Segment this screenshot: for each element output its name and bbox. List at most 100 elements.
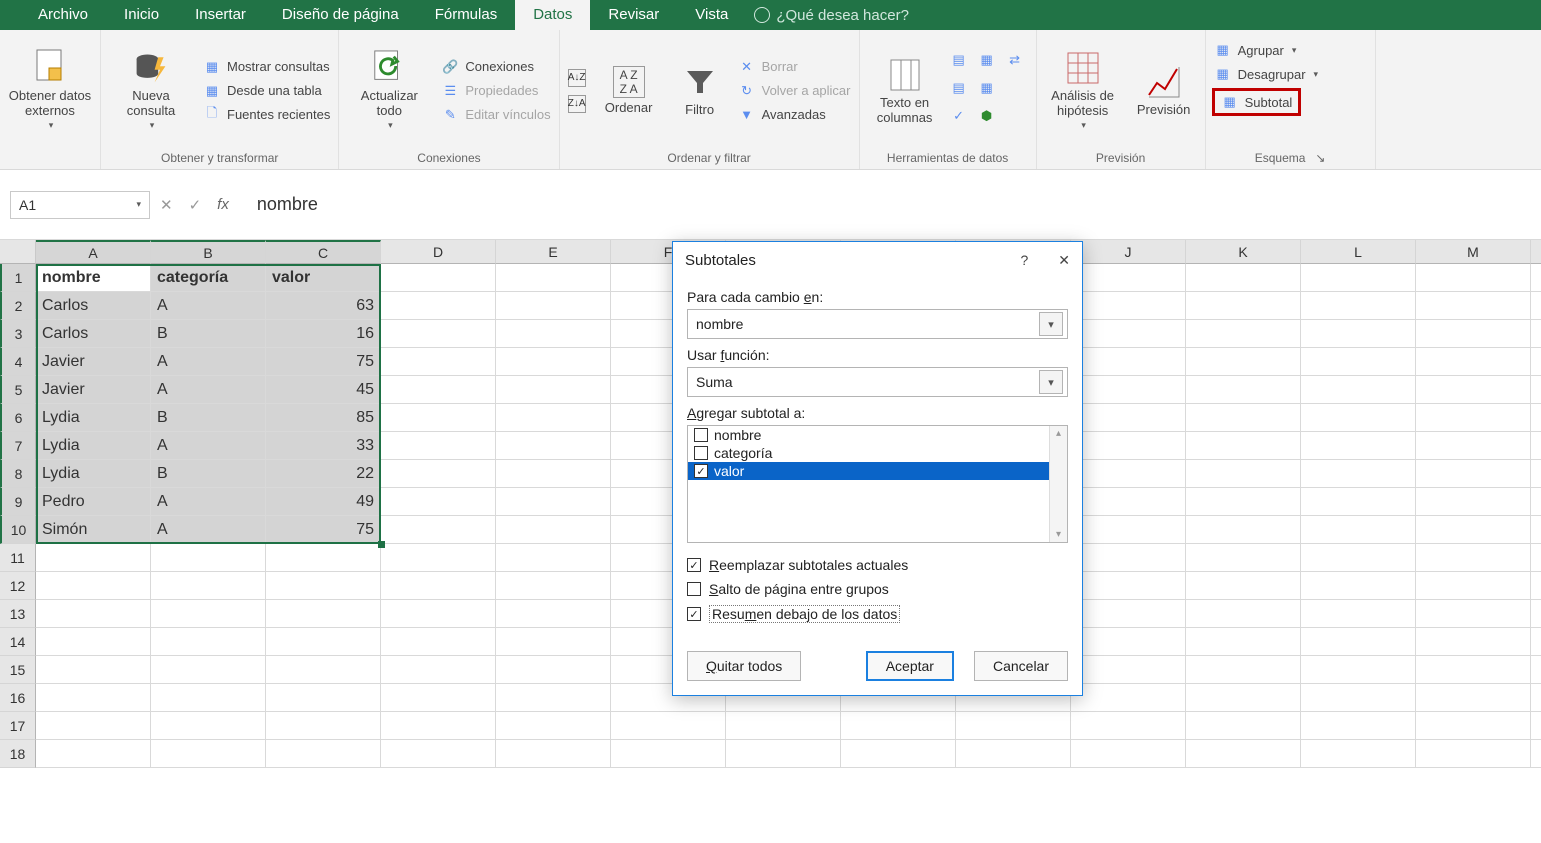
cell[interactable] [1531, 516, 1541, 544]
cell[interactable] [1531, 488, 1541, 516]
menu-tab-revisar[interactable]: Revisar [590, 0, 677, 30]
cell[interactable] [36, 600, 151, 628]
cell[interactable] [956, 712, 1071, 740]
cell[interactable] [1301, 684, 1416, 712]
cell[interactable] [1531, 656, 1541, 684]
row-header-3[interactable]: 3 [0, 320, 36, 348]
cell[interactable] [1416, 348, 1531, 376]
cell[interactable]: B [151, 404, 266, 432]
from-table-button[interactable]: ▦Desde una tabla [201, 81, 324, 101]
combo-function[interactable]: Suma▾ [687, 367, 1068, 397]
row-header-16[interactable]: 16 [0, 684, 36, 712]
cell[interactable] [496, 320, 611, 348]
menu-tab-insertar[interactable]: Insertar [177, 0, 264, 30]
cell[interactable] [1071, 348, 1186, 376]
cell[interactable] [1071, 460, 1186, 488]
cell[interactable] [1301, 432, 1416, 460]
cell[interactable] [1186, 376, 1301, 404]
fx-icon[interactable]: fx [217, 196, 229, 213]
cell[interactable]: Carlos [36, 292, 151, 320]
cell[interactable] [1531, 292, 1541, 320]
row-header-11[interactable]: 11 [0, 544, 36, 572]
cell[interactable] [496, 572, 611, 600]
cell[interactable] [151, 628, 266, 656]
cell[interactable]: A [151, 376, 266, 404]
cell[interactable] [1416, 572, 1531, 600]
cell[interactable]: A [151, 488, 266, 516]
row-header-6[interactable]: 6 [0, 404, 36, 432]
cell[interactable]: A [151, 432, 266, 460]
cell[interactable] [381, 600, 496, 628]
cell[interactable] [1416, 544, 1531, 572]
cell[interactable] [1301, 712, 1416, 740]
cell[interactable] [496, 544, 611, 572]
cell[interactable] [1071, 628, 1186, 656]
cell[interactable] [1071, 656, 1186, 684]
cell[interactable] [956, 740, 1071, 768]
list-item[interactable]: categoría [688, 444, 1067, 462]
cell[interactable] [381, 404, 496, 432]
cell[interactable] [266, 684, 381, 712]
cell[interactable]: 49 [266, 488, 381, 516]
formula-input[interactable]: nombre [257, 194, 318, 215]
cancel-icon[interactable]: ✕ [160, 196, 173, 214]
cell[interactable] [1186, 264, 1301, 292]
cell[interactable]: 75 [266, 516, 381, 544]
cell[interactable] [151, 740, 266, 768]
cell[interactable] [496, 348, 611, 376]
cell[interactable] [1416, 488, 1531, 516]
cell[interactable] [1301, 320, 1416, 348]
cell[interactable] [496, 460, 611, 488]
cell[interactable]: Lydia [36, 460, 151, 488]
cell[interactable] [1301, 348, 1416, 376]
cell[interactable]: 16 [266, 320, 381, 348]
cell[interactable] [266, 712, 381, 740]
col-header-K[interactable]: K [1186, 240, 1301, 264]
menu-tab-vista[interactable]: Vista [677, 0, 746, 30]
cell[interactable] [1416, 740, 1531, 768]
cell[interactable] [1531, 404, 1541, 432]
cell[interactable] [1186, 712, 1301, 740]
cell[interactable] [1071, 264, 1186, 292]
cancel-button[interactable]: Cancelar [974, 651, 1068, 681]
row-header-7[interactable]: 7 [0, 432, 36, 460]
cell[interactable] [381, 264, 496, 292]
connections-button[interactable]: 🔗Conexiones [439, 57, 536, 77]
cell[interactable]: A [151, 292, 266, 320]
menu-tab-inicio[interactable]: Inicio [106, 0, 177, 30]
cell[interactable] [1531, 376, 1541, 404]
text-to-columns-button[interactable]: Texto en columnas [866, 57, 944, 125]
cell[interactable] [151, 572, 266, 600]
cell[interactable] [381, 628, 496, 656]
data-validation-icon[interactable]: ✓ [950, 107, 968, 125]
cell[interactable] [1301, 516, 1416, 544]
consolidate-icon[interactable]: ▦ [978, 51, 996, 69]
cell[interactable] [496, 628, 611, 656]
cell[interactable] [1416, 656, 1531, 684]
cell[interactable] [36, 656, 151, 684]
cell[interactable] [1301, 600, 1416, 628]
sort-za-button[interactable]: Z↓A [566, 94, 588, 114]
cell[interactable] [381, 740, 496, 768]
cell[interactable] [1186, 572, 1301, 600]
cell[interactable] [1531, 432, 1541, 460]
cell[interactable] [1186, 628, 1301, 656]
cell[interactable] [381, 460, 496, 488]
cell[interactable] [1071, 600, 1186, 628]
cell[interactable] [1071, 320, 1186, 348]
select-all-corner[interactable] [0, 240, 36, 264]
cell[interactable] [266, 740, 381, 768]
show-queries-button[interactable]: ▦Mostrar consultas [201, 57, 332, 77]
cell[interactable] [1301, 376, 1416, 404]
confirm-icon[interactable]: ✓ [189, 196, 202, 214]
cell[interactable] [1071, 684, 1186, 712]
get-external-data-button[interactable]: Obtener datos externos▾ [6, 50, 94, 131]
cell[interactable] [1301, 656, 1416, 684]
cell[interactable] [1531, 572, 1541, 600]
cell[interactable] [266, 600, 381, 628]
cell[interactable] [381, 292, 496, 320]
row-header-9[interactable]: 9 [0, 488, 36, 516]
cell[interactable] [1071, 404, 1186, 432]
ok-button[interactable]: Aceptar [866, 651, 954, 681]
filter-button[interactable]: Filtro [670, 64, 730, 117]
